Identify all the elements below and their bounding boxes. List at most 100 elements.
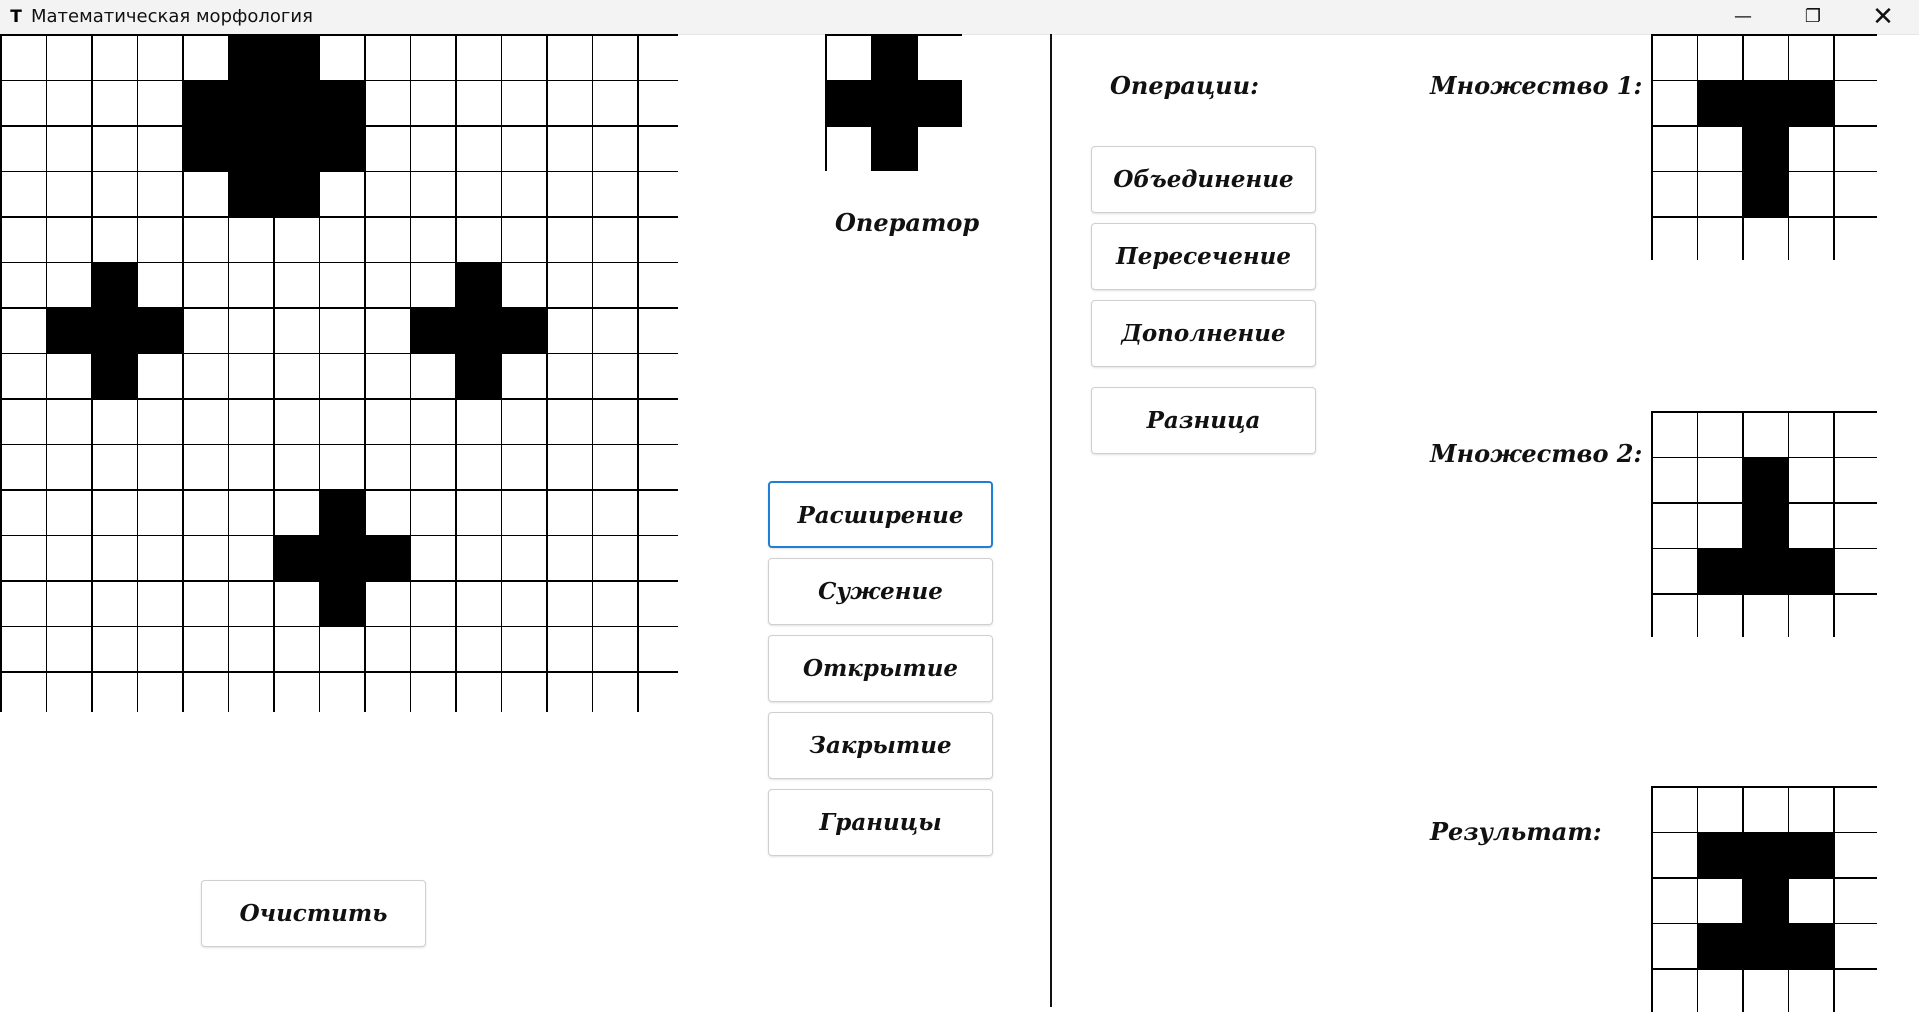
grid-cell[interactable]	[1698, 81, 1742, 125]
grid-cell[interactable]	[92, 126, 137, 171]
grid-cell[interactable]	[1789, 503, 1833, 548]
grid-cell[interactable]	[1789, 458, 1833, 502]
complement-button[interactable]: Дополнение	[1091, 300, 1316, 367]
grid-cell[interactable]	[1, 445, 46, 489]
grid-cell[interactable]	[47, 308, 91, 353]
grid-cell[interactable]	[1834, 35, 1879, 80]
grid-cell[interactable]	[1, 672, 46, 717]
grid-cell[interactable]	[502, 126, 546, 171]
grid-cell[interactable]	[1834, 126, 1879, 171]
grid-cell[interactable]	[138, 354, 182, 398]
grid-cell[interactable]	[274, 126, 319, 171]
grid-cell[interactable]	[1652, 412, 1697, 457]
grid-cell[interactable]	[47, 172, 91, 216]
grid-cell[interactable]	[365, 35, 410, 80]
grid-cell[interactable]	[638, 445, 683, 489]
grid-cell[interactable]	[456, 81, 501, 125]
grid-cell[interactable]	[365, 399, 410, 444]
grid-cell[interactable]	[47, 399, 91, 444]
grid-cell[interactable]	[1, 217, 46, 262]
grid-cell[interactable]	[92, 672, 137, 717]
grid-cell[interactable]	[365, 263, 410, 307]
grid-cell[interactable]	[47, 81, 91, 125]
grid-cell[interactable]	[1, 263, 46, 307]
grid-cell[interactable]	[593, 354, 637, 398]
grid-cell[interactable]	[320, 126, 364, 171]
grid-cell[interactable]	[1789, 594, 1833, 639]
grid-cell[interactable]	[411, 490, 455, 535]
grid-cell[interactable]	[593, 536, 637, 580]
grid-cell[interactable]	[1834, 458, 1879, 502]
grid-cell[interactable]	[47, 217, 91, 262]
grid-cell[interactable]	[593, 308, 637, 353]
grid-cell[interactable]	[593, 263, 637, 307]
grid-cell[interactable]	[274, 172, 319, 216]
grid-cell[interactable]	[183, 354, 228, 398]
grid-cell[interactable]	[1789, 35, 1833, 80]
grid-cell[interactable]	[274, 354, 319, 398]
grid-cell[interactable]	[47, 672, 91, 717]
grid-cell[interactable]	[456, 126, 501, 171]
grid-cell[interactable]	[872, 35, 916, 80]
grid-cell[interactable]	[1652, 35, 1697, 80]
grid-cell[interactable]	[502, 35, 546, 80]
grid-cell[interactable]	[138, 399, 182, 444]
grid-cell[interactable]	[502, 81, 546, 125]
grid-cell[interactable]	[547, 35, 592, 80]
grid-cell[interactable]	[1834, 217, 1879, 262]
grid-cell[interactable]	[320, 217, 364, 262]
grid-cell[interactable]	[411, 263, 455, 307]
grid-cell[interactable]	[320, 308, 364, 353]
grid-cell[interactable]	[502, 172, 546, 216]
grid-cell[interactable]	[138, 536, 182, 580]
grid-cell[interactable]	[1, 536, 46, 580]
grid-cell[interactable]	[1698, 217, 1742, 262]
grid-cell[interactable]	[92, 35, 137, 80]
grid-cell[interactable]	[872, 126, 916, 171]
grid-cell[interactable]	[229, 536, 273, 580]
grid-cell[interactable]	[593, 126, 637, 171]
grid-cell[interactable]	[229, 445, 273, 489]
grid-cell[interactable]	[229, 126, 273, 171]
grid-cell[interactable]	[138, 126, 182, 171]
grid-cell[interactable]	[593, 399, 637, 444]
grid-cell[interactable]	[365, 490, 410, 535]
grid-cell[interactable]	[502, 672, 546, 717]
grid-cell[interactable]	[1652, 217, 1697, 262]
grid-cell[interactable]	[411, 354, 455, 398]
grid-cell[interactable]	[547, 490, 592, 535]
union-button[interactable]: Объединение	[1091, 146, 1316, 213]
grid-cell[interactable]	[1789, 412, 1833, 457]
grid-cell[interactable]	[183, 172, 228, 216]
grid-cell[interactable]	[138, 490, 182, 535]
dilation-button[interactable]: Расширение	[768, 481, 993, 548]
grid-cell[interactable]	[1789, 172, 1833, 216]
grid-cell[interactable]	[183, 308, 228, 353]
grid-cell[interactable]	[92, 81, 137, 125]
grid-cell[interactable]	[593, 35, 637, 80]
grid-cell[interactable]	[365, 81, 410, 125]
grid-cell[interactable]	[638, 581, 683, 626]
grid-cell[interactable]	[547, 581, 592, 626]
grid-cell[interactable]	[1743, 458, 1788, 502]
grid-cell[interactable]	[1743, 172, 1788, 216]
grid-cell[interactable]	[1, 399, 46, 444]
grid-cell[interactable]	[1652, 458, 1697, 502]
grid-cell[interactable]	[1652, 594, 1697, 639]
grid-cell[interactable]	[638, 490, 683, 535]
grid-cell[interactable]	[365, 172, 410, 216]
grid-cell[interactable]	[92, 399, 137, 444]
grid-cell[interactable]	[47, 263, 91, 307]
clear-button[interactable]: Очистить	[201, 880, 426, 947]
grid-cell[interactable]	[47, 627, 91, 671]
grid-cell[interactable]	[138, 308, 182, 353]
grid-cell[interactable]	[593, 490, 637, 535]
grid-cell[interactable]	[138, 35, 182, 80]
grid-cell[interactable]	[411, 81, 455, 125]
grid-cell[interactable]	[138, 81, 182, 125]
grid-cell[interactable]	[1834, 172, 1879, 216]
grid-cell[interactable]	[411, 172, 455, 216]
grid-cell[interactable]	[456, 35, 501, 80]
grid-cell[interactable]	[1789, 81, 1833, 125]
grid-cell[interactable]	[1, 35, 46, 80]
